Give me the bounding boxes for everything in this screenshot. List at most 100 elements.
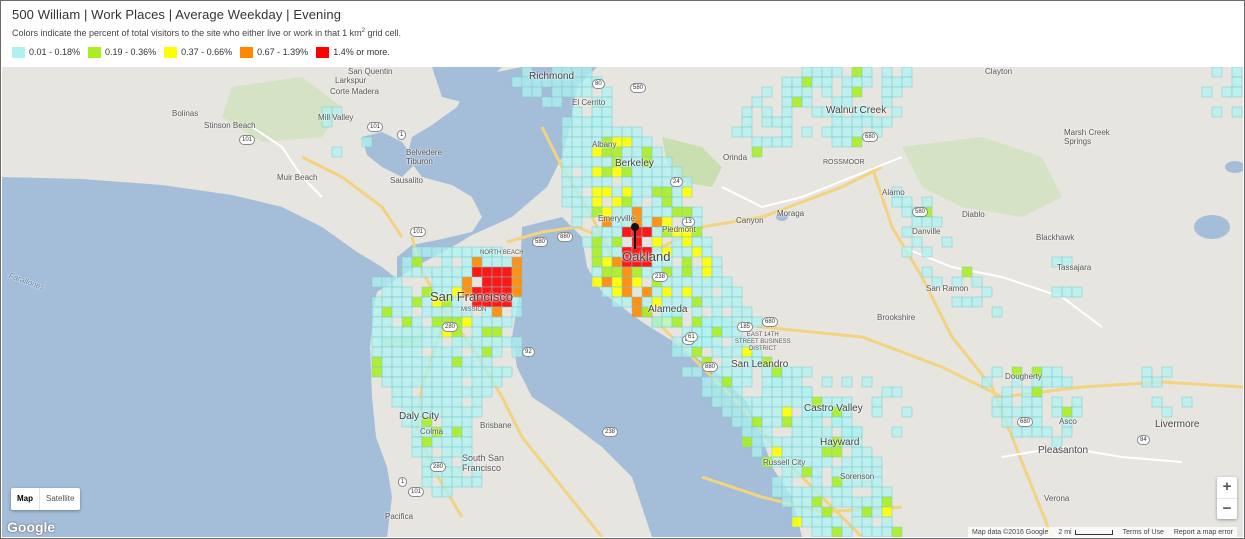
grid-cell-level-1[interactable] <box>861 456 873 468</box>
grid-cell-level-1[interactable] <box>451 266 463 278</box>
grid-cell-level-1[interactable] <box>581 116 593 128</box>
grid-cell-level-1[interactable] <box>601 246 613 258</box>
grid-cell-level-1[interactable] <box>441 436 453 448</box>
grid-cell-level-1[interactable] <box>421 476 433 488</box>
grid-cell-level-1[interactable] <box>601 236 613 248</box>
grid-cell-level-1[interactable] <box>421 306 433 318</box>
grid-cell-level-1[interactable] <box>901 76 913 88</box>
grid-cell-level-1[interactable] <box>561 176 573 188</box>
grid-cell-level-1[interactable] <box>561 116 573 128</box>
grid-cell-level-1[interactable] <box>871 406 883 418</box>
grid-cell-level-1[interactable] <box>681 176 693 188</box>
grid-cell-level-1[interactable] <box>731 406 743 418</box>
grid-cell-level-1[interactable] <box>391 286 403 298</box>
grid-cell-level-1[interactable] <box>431 246 443 258</box>
grid-cell-level-1[interactable] <box>411 366 423 378</box>
grid-cell-level-1[interactable] <box>421 246 433 258</box>
grid-cell-level-1[interactable] <box>901 406 913 418</box>
grid-cell-level-1[interactable] <box>391 306 403 318</box>
grid-cell-level-1[interactable] <box>571 156 583 168</box>
grid-cell-level-3[interactable] <box>611 286 623 298</box>
grid-cell-level-1[interactable] <box>571 206 583 218</box>
grid-cell-level-1[interactable] <box>991 306 1003 318</box>
grid-cell-level-1[interactable] <box>831 486 843 498</box>
grid-cell-level-1[interactable] <box>371 296 383 308</box>
grid-cell-level-1[interactable] <box>431 326 443 338</box>
grid-cell-level-1[interactable] <box>561 136 573 148</box>
grid-cell-level-1[interactable] <box>671 166 683 178</box>
grid-cell-level-1[interactable] <box>871 506 883 518</box>
grid-cell-level-1[interactable] <box>781 116 793 128</box>
grid-cell-level-1[interactable] <box>811 446 823 458</box>
grid-cell-level-1[interactable] <box>441 446 453 458</box>
grid-cell-level-1[interactable] <box>801 496 813 508</box>
grid-cell-level-1[interactable] <box>801 446 813 458</box>
grid-cell-level-1[interactable] <box>771 406 783 418</box>
grid-cell-level-1[interactable] <box>551 96 563 108</box>
grid-cell-level-1[interactable] <box>1051 406 1063 418</box>
grid-cell-level-1[interactable] <box>861 446 873 458</box>
grid-cell-level-5[interactable] <box>501 266 513 278</box>
grid-cell-level-1[interactable] <box>691 366 703 378</box>
grid-cell-level-1[interactable] <box>751 136 763 148</box>
grid-cell-level-1[interactable] <box>781 76 793 88</box>
grid-cell-level-1[interactable] <box>871 486 883 498</box>
grid-cell-level-1[interactable] <box>451 416 463 428</box>
grid-cell-level-1[interactable] <box>631 186 643 198</box>
grid-cell-level-1[interactable] <box>471 336 483 348</box>
grid-cell-level-1[interactable] <box>701 326 713 338</box>
grid-cell-level-1[interactable] <box>711 396 723 408</box>
grid-cell-level-1[interactable] <box>441 376 453 388</box>
grid-cell-level-1[interactable] <box>541 96 553 108</box>
grid-cell-level-1[interactable] <box>441 476 453 488</box>
grid-cell-level-2[interactable] <box>721 376 733 388</box>
grid-cell-level-1[interactable] <box>411 376 423 388</box>
grid-cell-level-1[interactable] <box>411 436 423 448</box>
grid-cell-level-1[interactable] <box>481 316 493 328</box>
grid-cell-level-1[interactable] <box>591 156 603 168</box>
grid-cell-level-1[interactable] <box>461 436 473 448</box>
grid-cell-level-2[interactable] <box>831 446 843 458</box>
grid-cell-level-3[interactable] <box>881 506 893 518</box>
grid-cell-level-1[interactable] <box>811 476 823 488</box>
grid-cell-level-3[interactable] <box>591 276 603 288</box>
grid-cell-level-1[interactable] <box>651 316 663 328</box>
grid-cell-level-1[interactable] <box>411 446 423 458</box>
grid-cell-level-1[interactable] <box>381 276 393 288</box>
grid-cell-level-4[interactable] <box>491 306 503 318</box>
grid-cell-level-1[interactable] <box>811 466 823 478</box>
grid-cell-level-1[interactable] <box>571 186 583 198</box>
grid-cell-level-1[interactable] <box>761 426 773 438</box>
grid-cell-level-1[interactable] <box>761 396 773 408</box>
grid-cell-level-1[interactable] <box>1231 67 1243 78</box>
grid-cell-level-1[interactable] <box>771 136 783 148</box>
grid-cell-level-1[interactable] <box>471 316 483 328</box>
grid-cell-level-5[interactable] <box>481 266 493 278</box>
grid-cell-level-1[interactable] <box>951 296 963 308</box>
grid-cell-level-1[interactable] <box>371 276 383 288</box>
grid-cell-level-2[interactable] <box>371 366 383 378</box>
site-marker-pin-icon[interactable] <box>628 221 642 251</box>
grid-cell-level-1[interactable] <box>821 126 833 138</box>
grid-cell-level-1[interactable] <box>1001 416 1013 428</box>
grid-cell-level-1[interactable] <box>771 476 783 488</box>
grid-cell-level-1[interactable] <box>901 196 913 208</box>
grid-cell-level-1[interactable] <box>391 356 403 368</box>
grid-cell-level-1[interactable] <box>841 526 853 537</box>
grid-cell-level-1[interactable] <box>841 456 853 468</box>
grid-cell-level-1[interactable] <box>401 386 413 398</box>
grid-cell-level-1[interactable] <box>851 516 863 528</box>
grid-cell-level-1[interactable] <box>741 406 753 418</box>
grid-cell-level-2[interactable] <box>601 166 613 178</box>
map-type-satellite-button[interactable]: Satellite <box>39 488 80 510</box>
grid-cell-level-1[interactable] <box>781 106 793 118</box>
grid-cell-level-1[interactable] <box>1031 406 1043 418</box>
grid-cell-level-1[interactable] <box>371 316 383 328</box>
grid-cell-level-2[interactable] <box>401 316 413 328</box>
grid-cell-level-1[interactable] <box>921 246 933 258</box>
grid-cell-level-3[interactable] <box>591 166 603 178</box>
grid-cell-level-2[interactable] <box>881 496 893 508</box>
grid-cell-level-1[interactable] <box>841 426 853 438</box>
grid-cell-level-4[interactable] <box>631 296 643 308</box>
grid-cell-level-1[interactable] <box>571 106 583 118</box>
